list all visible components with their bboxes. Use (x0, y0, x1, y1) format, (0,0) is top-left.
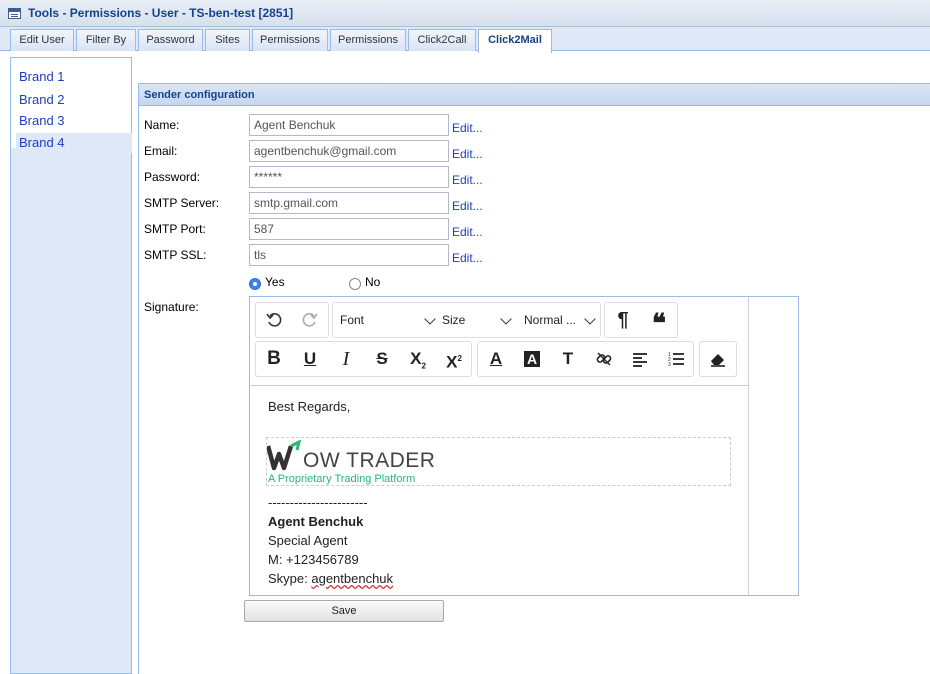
superscript-icon[interactable]: X2 (436, 342, 472, 376)
brand-item-1[interactable]: Brand 1 (16, 67, 132, 87)
tab-sites[interactable]: Sites (205, 29, 250, 51)
name-field[interactable] (249, 114, 449, 136)
save-button[interactable]: Save (244, 600, 444, 622)
smtp-ssl-label: SMTP SSL: (144, 248, 207, 262)
blockquote-icon[interactable]: ❝ (641, 303, 677, 338)
tab-permissions-1[interactable]: Permissions (252, 29, 328, 51)
tab-click2mail[interactable]: Click2Mail (478, 29, 552, 53)
smtp-ssl-edit-link[interactable]: Edit... (452, 251, 483, 265)
tab-filter-by[interactable]: Filter By (76, 29, 136, 51)
email-edit-link[interactable]: Edit... (452, 147, 483, 161)
signature-editor: Font Size Normal ... ¶ ❝ B U I S X2 X2 A… (249, 296, 799, 596)
password-field[interactable] (249, 166, 449, 188)
style-dropdown[interactable]: Normal ... (524, 303, 600, 337)
email-field[interactable] (249, 140, 449, 162)
window-title: Tools - Permissions - User - TS-ben-test… (28, 6, 294, 20)
panel-title: Sender configuration (144, 89, 255, 101)
text-style-group: B U I S X2 X2 (255, 341, 472, 377)
wow-logo-mark (267, 440, 302, 471)
text-color-icon[interactable]: A (478, 342, 514, 376)
underline-icon[interactable]: U (292, 342, 328, 376)
chevron-down-icon (500, 313, 512, 325)
svg-text:3: 3 (668, 362, 671, 368)
signature-divider: ----------------------- (268, 495, 368, 510)
tab-password[interactable]: Password (138, 29, 203, 51)
smtp-server-field[interactable] (249, 192, 449, 214)
paragraph-icon[interactable]: ¶ (605, 303, 641, 337)
password-edit-link[interactable]: Edit... (452, 173, 483, 187)
logo-tagline: A Proprietary Trading Platform (268, 473, 416, 485)
color-link-group: A A T 123 (477, 341, 694, 377)
tab-click2call[interactable]: Click2Call (408, 29, 476, 51)
bold-icon[interactable]: B (256, 342, 292, 376)
email-label: Email: (144, 144, 178, 158)
ssl-no-radio[interactable] (349, 278, 361, 290)
brand-list-panel: Brand 1 Brand 2 Brand 3 Brand 4 (10, 57, 132, 674)
name-edit-link[interactable]: Edit... (452, 121, 483, 135)
brand-item-2[interactable]: Brand 2 (16, 90, 132, 110)
ssl-no-label: No (365, 275, 381, 289)
clear-format-icon[interactable]: T (550, 342, 586, 376)
panel-header: Sender configuration (139, 84, 930, 106)
style-dropdown-label: Normal ... (524, 313, 577, 327)
window-titlebar: Tools - Permissions - User - TS-ben-test… (0, 0, 930, 27)
logo-text: OW TRADER (303, 449, 436, 472)
ssl-yes-radio[interactable] (249, 278, 261, 290)
skype-prefix: Skype: (268, 571, 312, 586)
size-dropdown-label: Size (442, 313, 466, 327)
company-logo: OW TRADER A Proprietary Trading Platform (266, 437, 731, 486)
font-dropdown[interactable]: Font (340, 303, 436, 337)
chevron-down-icon (424, 313, 436, 325)
tab-edit-user[interactable]: Edit User (10, 29, 74, 51)
subscript-icon[interactable]: X2 (400, 342, 436, 376)
tab-bar: Edit User Filter By Password Sites Permi… (0, 27, 930, 53)
signature-content[interactable]: Best Regards, OW TRADER A Proprietary Tr… (250, 386, 748, 595)
smtp-port-field[interactable] (249, 218, 449, 240)
ordered-list-icon[interactable]: 123 (658, 342, 694, 376)
window-icon (8, 8, 21, 19)
redo-icon[interactable] (292, 303, 328, 337)
smtp-ssl-field[interactable] (249, 244, 449, 266)
block-group: ¶ ❝ (604, 302, 678, 338)
smtp-server-edit-link[interactable]: Edit... (452, 199, 483, 213)
chevron-down-icon (584, 313, 596, 325)
signature-name: Agent Benchuk (268, 514, 364, 529)
name-label: Name: (144, 118, 180, 132)
password-label: Password: (144, 170, 201, 184)
brand-item-3[interactable]: Brand 3 (16, 111, 132, 131)
italic-icon[interactable]: I (328, 342, 364, 376)
background-color-icon[interactable]: A (514, 342, 550, 376)
align-icon[interactable] (622, 342, 658, 376)
strikethrough-icon[interactable]: S (364, 342, 400, 376)
editor-inner: Font Size Normal ... ¶ ❝ B U I S X2 X2 A… (250, 297, 749, 595)
eraser-group (699, 341, 737, 377)
editor-toolbar: Font Size Normal ... ¶ ❝ B U I S X2 X2 A… (250, 297, 748, 386)
signature-label: Signature: (144, 300, 199, 314)
smtp-port-edit-link[interactable]: Edit... (452, 225, 483, 239)
eraser-icon[interactable] (700, 342, 736, 376)
undo-icon[interactable] (256, 303, 292, 337)
skype-handle: agentbenchuk (311, 571, 394, 586)
signature-phone: M: +123456789 (268, 552, 359, 567)
tab-permissions-2[interactable]: Permissions (330, 29, 406, 51)
signature-skype: Skype: agentbenchuk (268, 571, 393, 586)
size-dropdown[interactable]: Size (442, 303, 514, 337)
brand-item-4[interactable]: Brand 4 (16, 133, 132, 153)
signature-title: Special Agent (268, 533, 348, 548)
signature-greeting: Best Regards, (268, 399, 351, 414)
format-dropdown-group: Font Size Normal ... (332, 302, 601, 338)
link-icon[interactable] (586, 342, 622, 376)
smtp-server-label: SMTP Server: (144, 196, 220, 210)
ssl-yes-label: Yes (265, 275, 285, 289)
font-dropdown-label: Font (340, 313, 365, 327)
smtp-port-label: SMTP Port: (144, 222, 206, 236)
history-group (255, 302, 329, 338)
